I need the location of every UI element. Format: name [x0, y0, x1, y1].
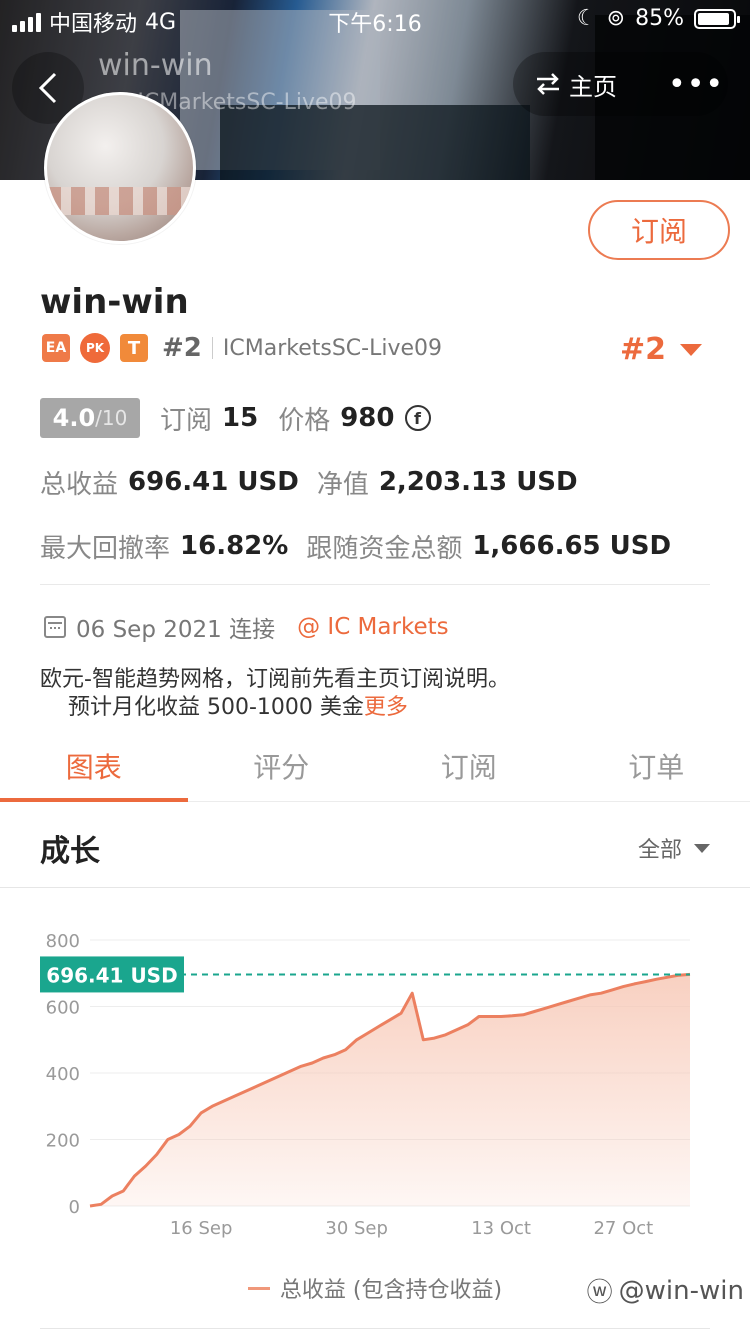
rank-dropdown-label: #2 — [619, 332, 666, 367]
legend-label: 总收益 (包含持仓收益) — [279, 1278, 503, 1303]
expected-return-text: 预计月化收益 500-1000 美金 — [68, 695, 364, 720]
x-tick-label: 13 Oct — [471, 1218, 531, 1239]
watermark: ⓦ @win-win — [587, 1272, 744, 1309]
tab-bar: 图表 评分 订阅 订单 — [0, 730, 750, 802]
swap-icon — [537, 73, 559, 95]
rating-badge: 4.0 /10 — [40, 398, 140, 438]
connection-info: 06 Sep 2021 连接 @ IC Markets — [44, 610, 449, 644]
weibo-icon: ⓦ — [586, 1278, 613, 1308]
strategy-description-2: 预计月化收益 500-1000 美金更多 — [68, 694, 408, 722]
calendar-icon — [44, 616, 66, 638]
tab-rating[interactable]: 评分 — [188, 730, 376, 801]
caret-down-icon — [680, 343, 702, 356]
max-drawdown-value: 16.82% — [180, 531, 289, 561]
divider — [211, 337, 213, 359]
tab-subscribe[interactable]: 订阅 — [375, 730, 563, 801]
range-label: 全部 — [637, 838, 682, 863]
tab-chart[interactable]: 图表 — [0, 730, 188, 802]
tab-orders[interactable]: 订单 — [563, 730, 750, 801]
y-tick-label: 600 — [46, 998, 80, 1019]
stats-row-3: 最大回撤率 16.82% 跟随资金总额 1,666.65 USD — [40, 526, 671, 566]
rank-label: #2 — [162, 333, 202, 363]
ea-badge: EA — [42, 334, 70, 362]
y-tick-label: 800 — [46, 931, 80, 952]
rating-denominator: /10 — [95, 406, 128, 430]
avatar[interactable] — [44, 92, 196, 244]
broker-link[interactable]: @ IC Markets — [297, 614, 449, 640]
follow-funds-value: 1,666.65 USD — [472, 531, 672, 561]
connect-date: 06 Sep 2021 连接 — [76, 617, 276, 643]
growth-section-header: 成长 全部 — [0, 802, 750, 888]
strategy-description: 欧元-智能趋势网格，订阅前先看主页订阅说明。 — [40, 667, 510, 692]
stats-row-1: 4.0 /10 订阅 15 价格 980 f — [40, 398, 431, 438]
price-value: 980 — [340, 403, 395, 433]
caret-down-icon — [694, 843, 710, 853]
subscribe-count-value: 15 — [222, 403, 259, 433]
more-button[interactable]: ••• — [658, 67, 724, 102]
pk-badge: PK — [80, 333, 110, 363]
rotation-lock-icon: ⊚ — [606, 6, 626, 31]
max-drawdown-label: 最大回撤率 — [40, 533, 171, 564]
stats-row-2: 总收益 696.41 USD 净值 2,203.13 USD — [40, 462, 578, 502]
total-profit-label: 总收益 — [40, 469, 119, 500]
battery-percent: 85% — [635, 6, 684, 31]
legend-swatch — [247, 1286, 270, 1290]
battery-icon — [694, 8, 740, 29]
more-link[interactable]: 更多 — [364, 695, 408, 720]
coin-icon: f — [404, 405, 431, 431]
watermark-text: @win-win — [618, 1275, 744, 1306]
nav-actions: 主页 ••• — [513, 52, 728, 116]
home-label: 主页 — [569, 72, 617, 101]
badges-row: EA PK T #2 ICMarketsSC-Live09 — [42, 332, 442, 364]
rank-dropdown[interactable]: #2 — [620, 332, 702, 367]
home-button[interactable]: 主页 — [513, 67, 658, 102]
moon-icon: ☾ — [576, 6, 597, 31]
subscribe-count-label: 订阅 — [160, 405, 213, 436]
equity-value: 2,203.13 USD — [378, 467, 578, 497]
range-selector[interactable]: 全部 — [638, 832, 710, 864]
growth-chart-svg: 800 600 400 200 0 16 Sep 30 Sep 13 Oct 27 Oct 696… — [40, 931, 691, 1239]
trader-name: win-win — [40, 282, 189, 322]
y-tick-label: 0 — [69, 1197, 80, 1218]
section-title: 成长 — [40, 834, 100, 869]
divider — [40, 1328, 710, 1329]
x-tick-label: 16 Sep — [170, 1218, 233, 1239]
nav-title: win-win — [98, 48, 213, 83]
x-tick-label: 27 Oct — [593, 1218, 653, 1239]
divider — [40, 584, 710, 585]
status-bar: 中国移动 4G 下午6:16 ☾ ⊚ 85% — [0, 0, 750, 40]
t-badge: T — [120, 334, 148, 362]
follow-funds-label: 跟随资金总额 — [306, 533, 463, 564]
total-profit-value: 696.41 USD — [128, 467, 299, 497]
price-label: 价格 — [278, 405, 331, 436]
server-label: ICMarketsSC-Live09 — [222, 335, 443, 361]
y-tick-label: 400 — [46, 1064, 80, 1085]
subscribe-button[interactable]: 订阅 — [588, 200, 730, 260]
rating-value: 4.0 — [52, 404, 96, 432]
equity-label: 净值 — [316, 469, 369, 500]
growth-chart: 800 600 400 200 0 16 Sep 30 Sep 13 Oct 27 Oct 696… — [0, 900, 750, 1260]
y-tick-label: 200 — [46, 1131, 80, 1152]
series-area — [90, 974, 690, 1206]
current-value-label: 696.41 USD — [46, 963, 177, 987]
chevron-left-icon — [38, 72, 57, 104]
x-tick-label: 30 Sep — [325, 1218, 388, 1239]
